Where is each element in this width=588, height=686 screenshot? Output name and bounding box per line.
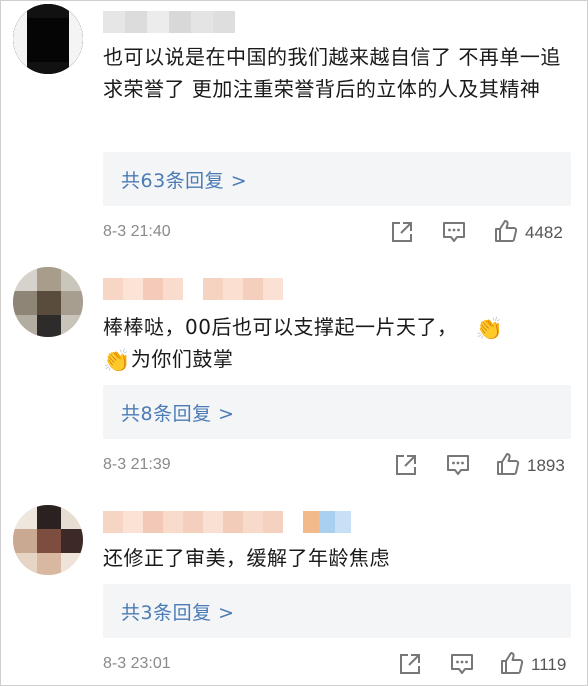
replies-button[interactable]: 共63条回复 > bbox=[103, 152, 571, 206]
thumbs-up-icon bbox=[493, 218, 519, 248]
replies-button[interactable]: 共3条回复 > bbox=[103, 584, 571, 638]
comment-text: 棒棒哒，00后也可以支撑起一片天了， 👏 👏为你们鼓掌 bbox=[103, 311, 571, 375]
like-count: 4482 bbox=[525, 223, 563, 242]
replies-button[interactable]: 共8条回复 > bbox=[103, 385, 571, 439]
avatar[interactable] bbox=[13, 4, 83, 74]
like-count: 1119 bbox=[531, 655, 567, 674]
timestamp: 8-3 21:39 bbox=[103, 456, 171, 473]
comment-meta: 8-3 23:01 1119 bbox=[103, 651, 577, 679]
like-button[interactable]: 4482 bbox=[493, 219, 563, 247]
like-count: 1893 bbox=[527, 456, 565, 475]
thumbs-up-icon bbox=[495, 451, 521, 481]
comment-text-part: 为你们鼓掌 bbox=[130, 347, 234, 371]
like-button[interactable]: 1119 bbox=[499, 651, 566, 679]
comment-text: 还修正了审美，缓解了年龄焦虑 bbox=[103, 546, 390, 570]
share-icon[interactable] bbox=[397, 651, 423, 679]
avatar[interactable] bbox=[13, 267, 83, 337]
replies-link[interactable]: 共63条回复 > bbox=[121, 166, 247, 193]
comment-icon[interactable] bbox=[445, 452, 471, 480]
replies-link[interactable]: 共8条回复 > bbox=[121, 399, 235, 426]
like-button[interactable]: 1893 bbox=[495, 452, 565, 480]
comment-icon[interactable] bbox=[441, 219, 467, 247]
username[interactable] bbox=[103, 11, 235, 33]
clapping-hands-emoji: 👏 bbox=[103, 349, 131, 374]
comment-text-part: 棒棒哒，00后也可以支撑起一片天了， bbox=[103, 315, 458, 339]
replies-link[interactable]: 共3条回复 > bbox=[121, 598, 235, 625]
comment-icon[interactable] bbox=[449, 651, 475, 679]
share-icon[interactable] bbox=[389, 219, 415, 247]
username[interactable] bbox=[103, 278, 283, 300]
share-icon[interactable] bbox=[393, 452, 419, 480]
comment-list: 也可以说是在中国的我们越来越自信了 不再单一追求荣誉了 更加注重荣誉背后的立体的… bbox=[0, 0, 588, 686]
comment-text: 也可以说是在中国的我们越来越自信了 不再单一追求荣誉了 更加注重荣誉背后的立体的… bbox=[103, 45, 561, 101]
timestamp: 8-3 23:01 bbox=[103, 655, 171, 672]
timestamp: 8-3 21:40 bbox=[103, 223, 171, 240]
comment-meta: 8-3 21:39 1893 bbox=[103, 452, 577, 480]
avatar[interactable] bbox=[13, 505, 83, 575]
comment-meta: 8-3 21:40 4482 bbox=[103, 219, 577, 247]
thumbs-up-icon bbox=[499, 650, 525, 680]
username[interactable] bbox=[103, 511, 351, 533]
clapping-hands-emoji: 👏 bbox=[475, 317, 504, 342]
